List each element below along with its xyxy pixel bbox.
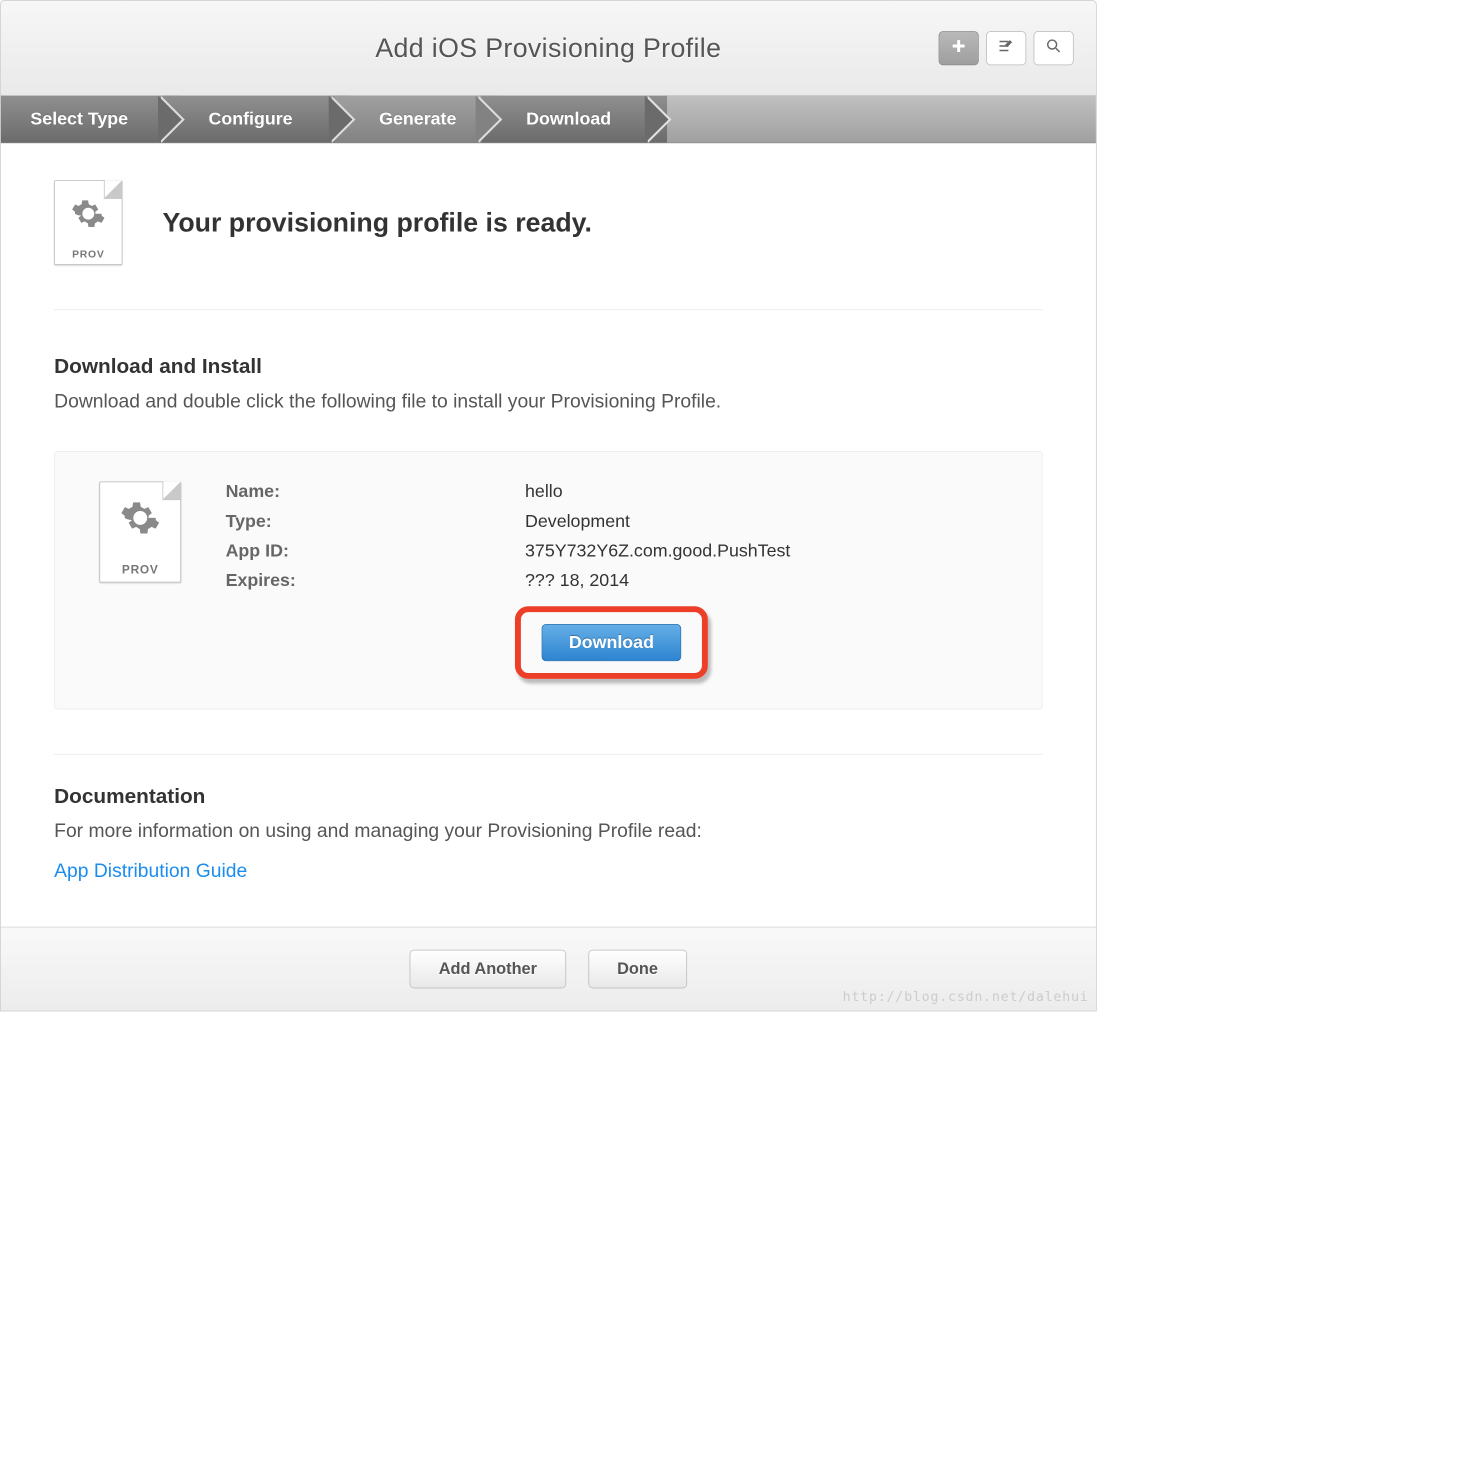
step-label: Download [526,109,611,130]
value-type: Development [525,512,997,533]
profile-details: Name: hello Type: Development App ID: 37… [226,482,998,679]
watermark: http://blog.csdn.net/dalehui [843,989,1089,1005]
label-type: Type: [226,512,503,533]
app-distribution-guide-link[interactable]: App Distribution Guide [54,859,247,882]
list-button[interactable] [986,31,1026,65]
step-label: Select Type [30,109,128,130]
hero: PROV Your provisioning profile is ready. [54,180,1042,310]
gear-icon [70,196,106,235]
add-button[interactable] [939,31,979,65]
profile-card: PROV Name: hello Type: Development App I… [54,451,1042,709]
label-expires: Expires: [226,571,503,592]
step-configure[interactable]: Configure [164,96,350,143]
label-appid: App ID: [226,541,503,562]
section-title: Download and Install [54,355,1042,379]
provisioning-file-icon: PROV [54,180,125,265]
download-highlight-box: Download [515,607,708,680]
section-description: Download and double click the following … [54,387,1042,414]
step-label: Generate [379,109,456,130]
step-label: Configure [209,109,293,130]
gear-icon [119,497,161,542]
step-select-type[interactable]: Select Type [1,96,179,143]
add-another-button[interactable]: Add Another [410,950,566,989]
file-icon-caption: PROV [100,564,180,577]
documentation-section: Documentation For more information on us… [54,785,1042,882]
done-button[interactable]: Done [588,950,687,989]
file-icon-caption: PROV [55,248,122,260]
titlebar: Add iOS Provisioning Profile [1,1,1096,96]
footer-bar: Add Another Done http://blog.csdn.net/da… [1,927,1096,1011]
step-generate[interactable]: Generate [335,96,498,143]
download-section: Download and Install Download and double… [54,355,1042,710]
divider [54,754,1042,755]
section-title: Documentation [54,785,1042,809]
search-icon [1045,37,1063,59]
search-button[interactable] [1034,31,1074,65]
label-name: Name: [226,482,503,503]
content-area: PROV Your provisioning profile is ready.… [1,143,1096,926]
step-bar: Select Type Configure Generate Download [1,96,1096,143]
provisioning-file-icon: PROV [99,482,181,583]
window: Add iOS Provisioning Profile Select Type… [0,0,1097,1011]
value-appid: 375Y732Y6Z.com.good.PushTest [525,541,997,562]
page-title: Add iOS Provisioning Profile [375,32,721,63]
value-name: hello [525,482,997,503]
hero-title: Your provisioning profile is ready. [162,207,591,238]
download-button[interactable]: Download [541,624,681,661]
value-expires: ??? 18, 2014 [525,571,997,592]
section-description: For more information on using and managi… [54,817,1042,844]
plus-icon [950,37,968,59]
step-download[interactable]: Download [482,96,668,143]
titlebar-actions [939,31,1074,65]
list-edit-icon [997,37,1015,59]
